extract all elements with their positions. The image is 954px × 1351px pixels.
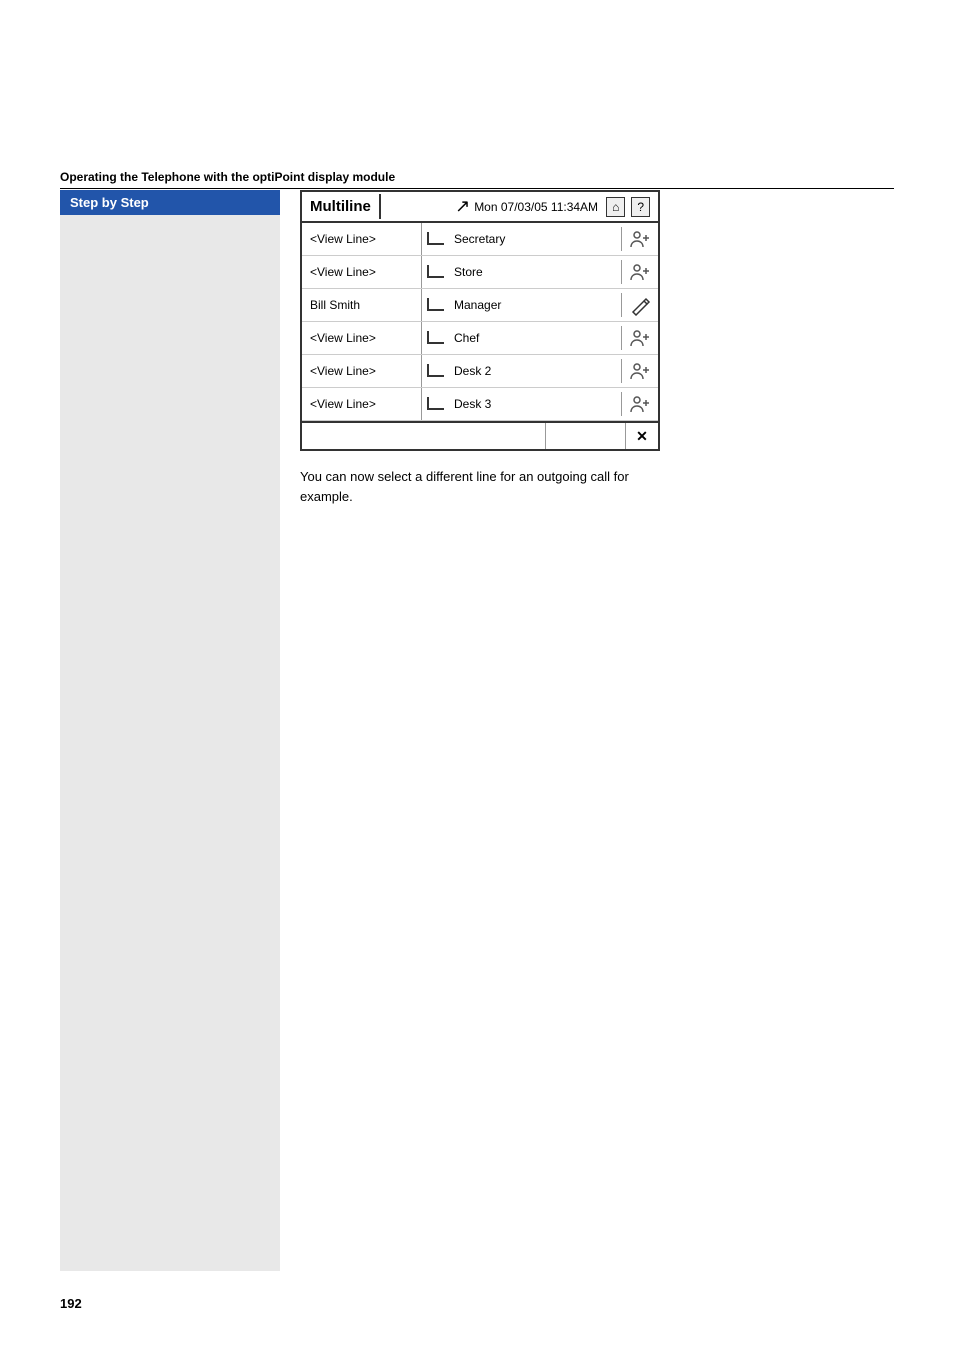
line-left-text-bill: Bill Smith <box>302 289 422 321</box>
line-connector <box>422 265 448 279</box>
line-icon <box>622 224 658 254</box>
line-label-text: Manager <box>448 293 622 317</box>
line-label-text: Desk 2 <box>448 359 622 383</box>
line-connector <box>422 397 448 411</box>
line-label-text: Desk 3 <box>448 392 622 416</box>
call-icon: ↗ <box>455 196 470 217</box>
line-rows-container: <View Line> Secretary <box>302 223 658 421</box>
step-by-step-sidebar: Step by Step <box>60 190 280 1271</box>
line-row[interactable]: <View Line> Secretary <box>302 223 658 256</box>
line-row[interactable]: <View Line> Store <box>302 256 658 289</box>
help-button[interactable]: ? <box>631 197 650 217</box>
step-by-step-label: Step by Step <box>60 190 280 215</box>
line-connector <box>422 331 448 345</box>
line-label-text: Store <box>448 260 622 284</box>
phone-datetime-area: ↗ Mon 07/03/05 11:34AM ⌂ ? <box>381 192 658 221</box>
line-icon <box>622 389 658 419</box>
line-row[interactable]: <View Line> Desk 2 <box>302 355 658 388</box>
phone-header: Multiline ↗ Mon 07/03/05 11:34AM ⌂ ? <box>302 192 658 223</box>
line-label-text: Chef <box>448 326 622 350</box>
line-icon-edit <box>622 290 658 320</box>
line-left-text: <View Line> <box>302 223 422 255</box>
bottom-bar-left <box>302 423 546 449</box>
datetime-text: Mon 07/03/05 11:34AM <box>474 200 598 214</box>
line-icon <box>622 323 658 353</box>
close-button[interactable]: ✕ <box>626 423 658 449</box>
home-button[interactable]: ⌂ <box>606 197 625 217</box>
phone-title: Multiline <box>302 194 381 219</box>
line-label-text: Secretary <box>448 227 622 251</box>
line-left-text: <View Line> <box>302 256 422 288</box>
phone-bottom-bar: ✕ <box>302 421 658 449</box>
phone-display: Multiline ↗ Mon 07/03/05 11:34AM ⌂ ? <Vi… <box>300 190 660 451</box>
line-connector <box>422 232 448 246</box>
section-heading: Operating the Telephone with the optiPoi… <box>60 170 894 189</box>
line-connector <box>422 298 448 312</box>
line-connector <box>422 364 448 378</box>
line-row[interactable]: <View Line> Desk 3 <box>302 388 658 421</box>
content-area: Multiline ↗ Mon 07/03/05 11:34AM ⌂ ? <Vi… <box>300 190 894 506</box>
line-left-text: <View Line> <box>302 322 422 354</box>
line-icon <box>622 257 658 287</box>
description-text: You can now select a different line for … <box>300 467 660 506</box>
line-row-active[interactable]: Bill Smith Manager <box>302 289 658 322</box>
line-left-text: <View Line> <box>302 355 422 387</box>
page-number: 192 <box>60 1296 82 1311</box>
line-left-text: <View Line> <box>302 388 422 420</box>
line-row[interactable]: <View Line> Chef <box>302 322 658 355</box>
bottom-bar-mid <box>546 423 626 449</box>
line-icon <box>622 356 658 386</box>
